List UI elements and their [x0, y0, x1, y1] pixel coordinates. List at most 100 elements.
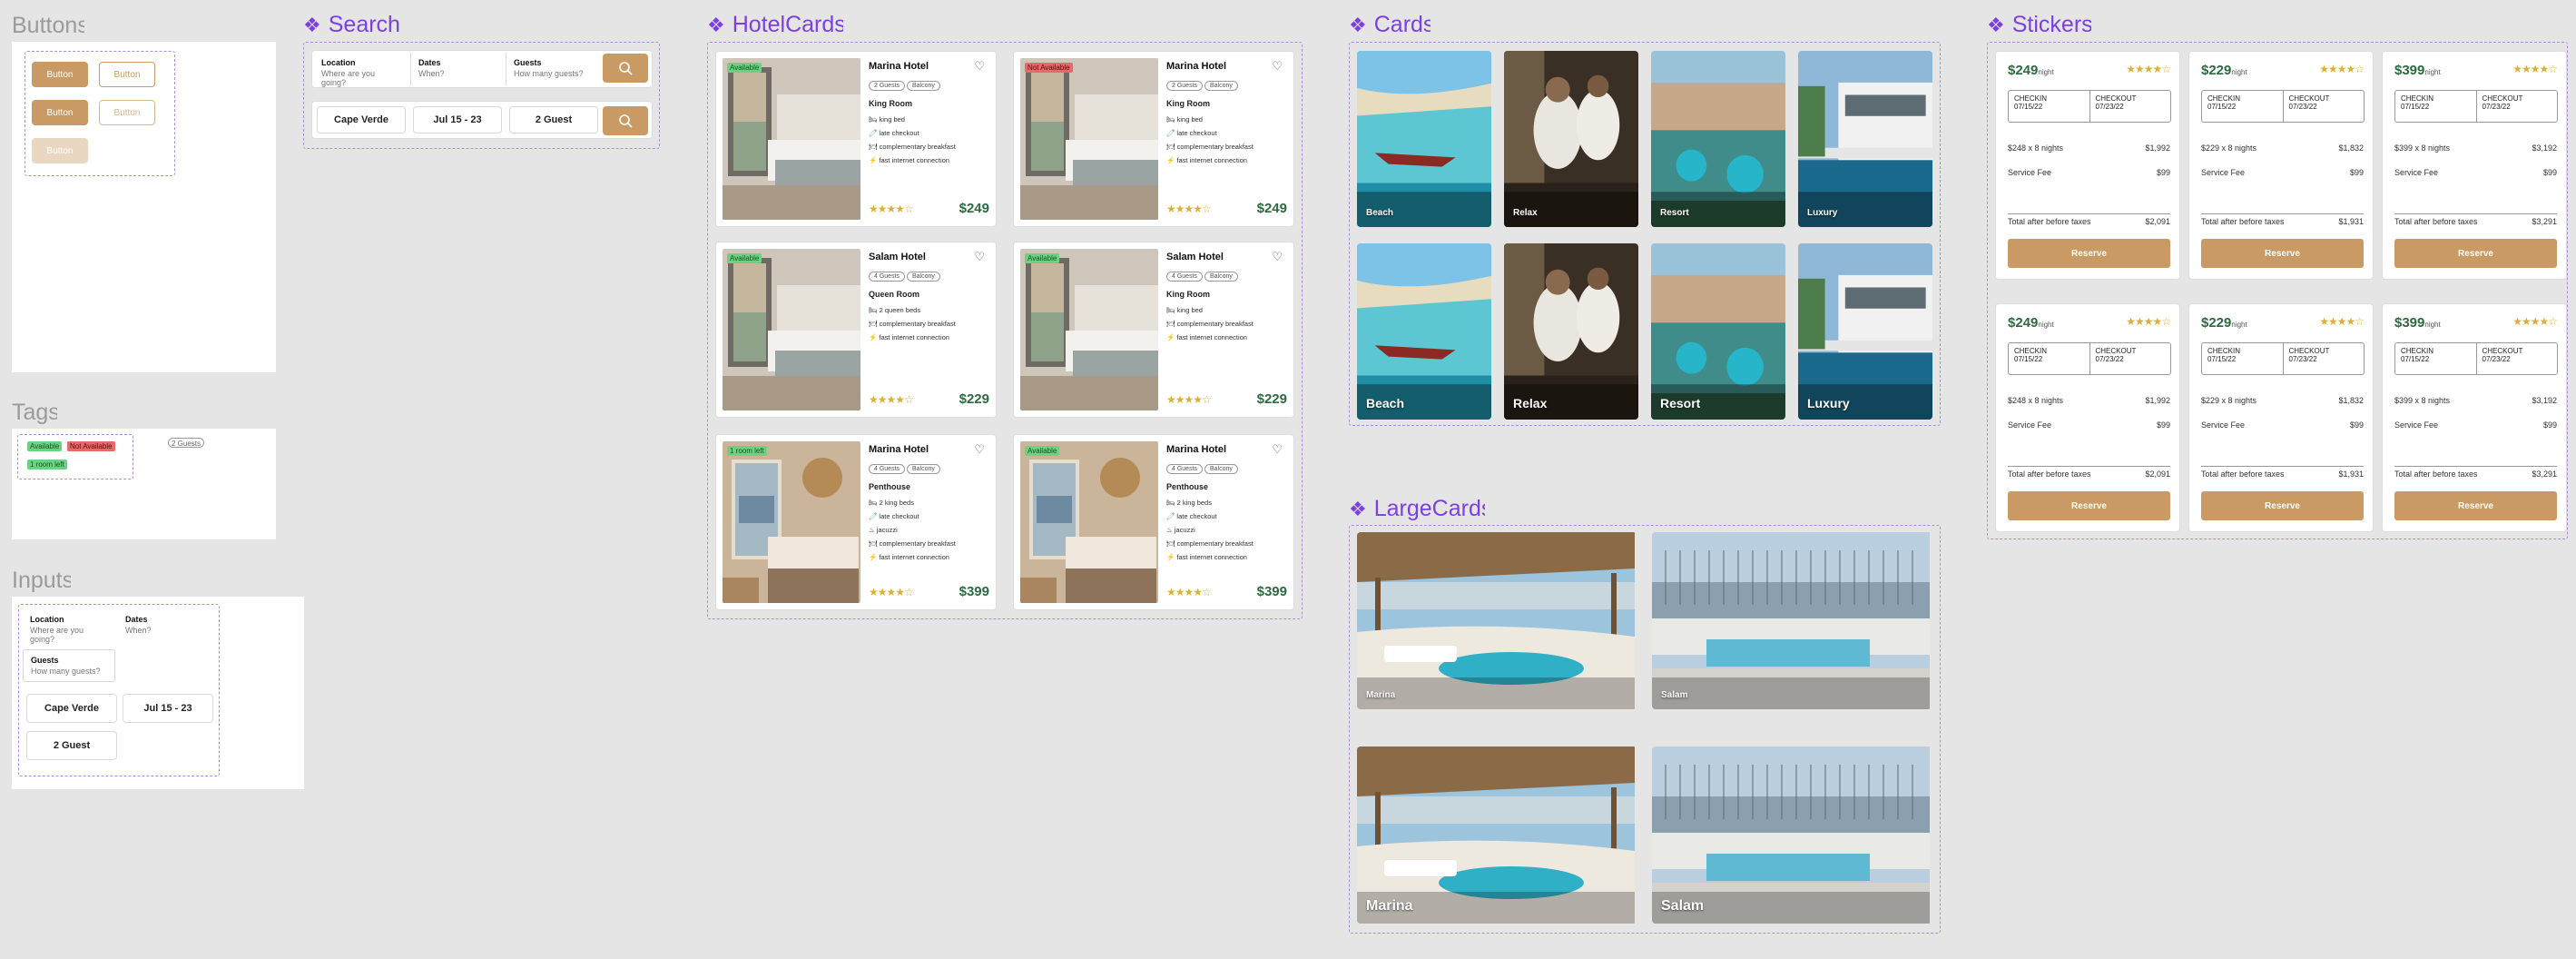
reserve-button[interactable]: Reserve — [2201, 239, 2364, 268]
search-guests-pill[interactable]: 2 Guest — [509, 106, 598, 133]
dates-pill[interactable]: Jul 15 - 23 — [123, 694, 213, 723]
hotel-availability-badge: Not Available — [1025, 63, 1073, 73]
booking-sticker: $249night ★★★★☆ CHECKIN 07/15/22 CHECKOUT 07/… — [1995, 303, 2180, 532]
button-secondary[interactable]: Button — [99, 62, 155, 87]
hotel-card[interactable]: Available Salam Hotel ♡ 4 Guests Balcony Quee… — [715, 242, 997, 418]
fee-row: Service Fee $99 — [2008, 168, 2170, 177]
checkout-field[interactable]: CHECKOUT 07/23/22 — [2090, 343, 2171, 374]
checkout-field[interactable]: CHECKOUT 07/23/22 — [2477, 343, 2558, 374]
hotel-feature: 🧷 late checkout — [869, 129, 919, 137]
heart-icon[interactable]: ♡ — [1272, 59, 1283, 74]
reserve-button[interactable]: Reserve — [2394, 491, 2557, 520]
hotel-balcony-tag: Balcony — [907, 464, 940, 474]
hotel-card[interactable]: Available Salam Hotel ♡ 4 Guests Balcony King… — [1013, 242, 1294, 418]
checkin-field[interactable]: CHECKIN 07/15/22 — [2202, 91, 2284, 122]
hotel-card[interactable]: 1 room left Marina Hotel ♡ 4 Guests Balcony P… — [715, 434, 997, 610]
checkin-field[interactable]: CHECKIN 07/15/22 — [2395, 91, 2477, 122]
sticker-price: $399night — [2394, 315, 2441, 331]
sticker-price-value: $399 — [2394, 315, 2425, 331]
hotel-balcony-tag: Balcony — [907, 81, 940, 91]
checkin-checkout-box[interactable]: CHECKIN 07/15/22 CHECKOUT 07/23/22 — [2201, 90, 2365, 123]
large-card[interactable]: Marina — [1357, 532, 1637, 709]
location-field[interactable]: Location Where are you going? — [23, 609, 115, 644]
fee-row: Service Fee $99 — [2201, 168, 2364, 177]
category-card[interactable]: Resort — [1651, 51, 1785, 227]
checkin-checkout-box[interactable]: CHECKIN 07/15/22 CHECKOUT 07/23/22 — [2008, 342, 2171, 375]
nights-row: $229 x 8 nights $1,832 — [2201, 143, 2364, 153]
checkin-checkout-box[interactable]: CHECKIN 07/15/22 CHECKOUT 07/23/22 — [2394, 90, 2558, 123]
hotel-image — [1020, 441, 1158, 603]
category-card[interactable]: Luxury — [1798, 243, 1932, 420]
heart-icon[interactable]: ♡ — [974, 442, 985, 457]
button-secondary-hover[interactable]: Button — [99, 100, 155, 125]
guests-field[interactable]: Guests How many guests? — [23, 649, 115, 682]
category-card[interactable]: Beach — [1357, 51, 1491, 227]
checkin-checkout-box[interactable]: CHECKIN 07/15/22 CHECKOUT 07/23/22 — [2394, 342, 2558, 375]
hotel-guests-tag: 4 Guests — [1166, 464, 1204, 474]
category-card[interactable]: Luxury — [1798, 51, 1932, 227]
checkout-value: 07/23/22 — [2288, 103, 2317, 111]
checkin-field[interactable]: CHECKIN 07/15/22 — [2009, 343, 2090, 374]
total-value: $2,091 — [2145, 217, 2170, 226]
checkout-field[interactable]: CHECKOUT 07/23/22 — [2284, 91, 2365, 122]
total-value: $2,091 — [2145, 470, 2170, 479]
checkout-field[interactable]: CHECKOUT 07/23/22 — [2090, 91, 2171, 122]
hotel-feature: ⚡ fast internet connection — [1166, 333, 1247, 341]
category-card[interactable]: Relax — [1504, 51, 1638, 227]
checkin-checkout-box[interactable]: CHECKIN 07/15/22 CHECKOUT 07/23/22 — [2201, 342, 2365, 375]
heart-icon[interactable]: ♡ — [1272, 250, 1283, 264]
hotel-card[interactable]: Not Available Marina Hotel ♡ 2 Guests Balcon… — [1013, 51, 1294, 227]
search-guests-field[interactable]: Guests How many guests? — [506, 53, 596, 85]
reserve-button[interactable]: Reserve — [2008, 239, 2170, 268]
search-dates-pill[interactable]: Jul 15 - 23 — [413, 106, 502, 133]
large-card[interactable]: Salam — [1652, 532, 1932, 709]
hotel-price: $229 — [1256, 391, 1287, 407]
destination-pill[interactable]: Cape Verde — [26, 694, 117, 723]
heart-icon[interactable]: ♡ — [974, 59, 985, 74]
category-card[interactable]: Relax — [1504, 243, 1638, 420]
component-icon: ❖ — [707, 13, 725, 36]
total-label: Total after before taxes — [2008, 217, 2091, 226]
nights-row: $248 x 8 nights $1,992 — [2008, 396, 2170, 405]
category-card-label: Relax — [1513, 208, 1538, 218]
dates-field[interactable]: Dates When? — [118, 609, 212, 642]
search-destination-pill[interactable]: Cape Verde — [317, 106, 406, 133]
frame-title-buttons: Buttons — [12, 13, 84, 38]
checkin-field[interactable]: CHECKIN 07/15/22 — [2009, 91, 2090, 122]
hotel-guests-tag: 4 Guests — [1166, 272, 1204, 282]
hotel-availability-badge: Available — [1025, 446, 1060, 456]
hotel-card[interactable]: Available Marina Hotel ♡ 2 Guests Balcony Kin… — [715, 51, 997, 227]
large-card[interactable]: Marina — [1357, 746, 1637, 924]
checkin-field[interactable]: CHECKIN 07/15/22 — [2395, 343, 2477, 374]
large-card[interactable]: Salam — [1652, 746, 1932, 924]
button-disabled[interactable]: Button — [32, 138, 88, 163]
component-title-largecards-text: LargeCards — [1373, 496, 1485, 521]
checkout-field[interactable]: CHECKOUT 07/23/22 — [2477, 91, 2558, 122]
category-card[interactable]: Beach — [1357, 243, 1491, 420]
hotel-name: Salam Hotel — [1166, 252, 1224, 262]
search-button-1[interactable] — [603, 54, 648, 83]
checkin-field[interactable]: CHECKIN 07/15/22 — [2202, 343, 2284, 374]
checkout-field[interactable]: CHECKOUT 07/23/22 — [2284, 343, 2365, 374]
heart-icon[interactable]: ♡ — [974, 250, 985, 264]
star-rating: ★★★★☆ — [1166, 203, 1212, 215]
reserve-button[interactable]: Reserve — [2394, 239, 2557, 268]
reserve-button[interactable]: Reserve — [2008, 491, 2170, 520]
button-primary-hover[interactable]: Button — [32, 100, 88, 125]
sticker-price: $399night — [2394, 63, 2441, 78]
checkin-checkout-box[interactable]: CHECKIN 07/15/22 CHECKOUT 07/23/22 — [2008, 90, 2171, 123]
guests-pill[interactable]: 2 Guest — [26, 731, 117, 760]
search-location-field[interactable]: Location Where are you going? — [314, 53, 407, 87]
hotel-balcony-tag: Balcony — [1204, 272, 1238, 282]
hotel-card[interactable]: Available Marina Hotel ♡ 4 Guests Balcony Pen… — [1013, 434, 1294, 610]
fee-value: $99 — [2156, 168, 2170, 177]
sticker-price-unit: night — [2038, 321, 2054, 329]
nights-label: $248 x 8 nights — [2008, 396, 2064, 405]
reserve-button[interactable]: Reserve — [2201, 491, 2364, 520]
category-card[interactable]: Resort — [1651, 243, 1785, 420]
search-dates-field[interactable]: Dates When? — [410, 53, 501, 85]
hotel-feature: 🛏 2 king beds — [1166, 499, 1212, 507]
heart-icon[interactable]: ♡ — [1272, 442, 1283, 457]
search-button-2[interactable] — [603, 106, 648, 135]
button-primary[interactable]: Button — [32, 62, 88, 87]
